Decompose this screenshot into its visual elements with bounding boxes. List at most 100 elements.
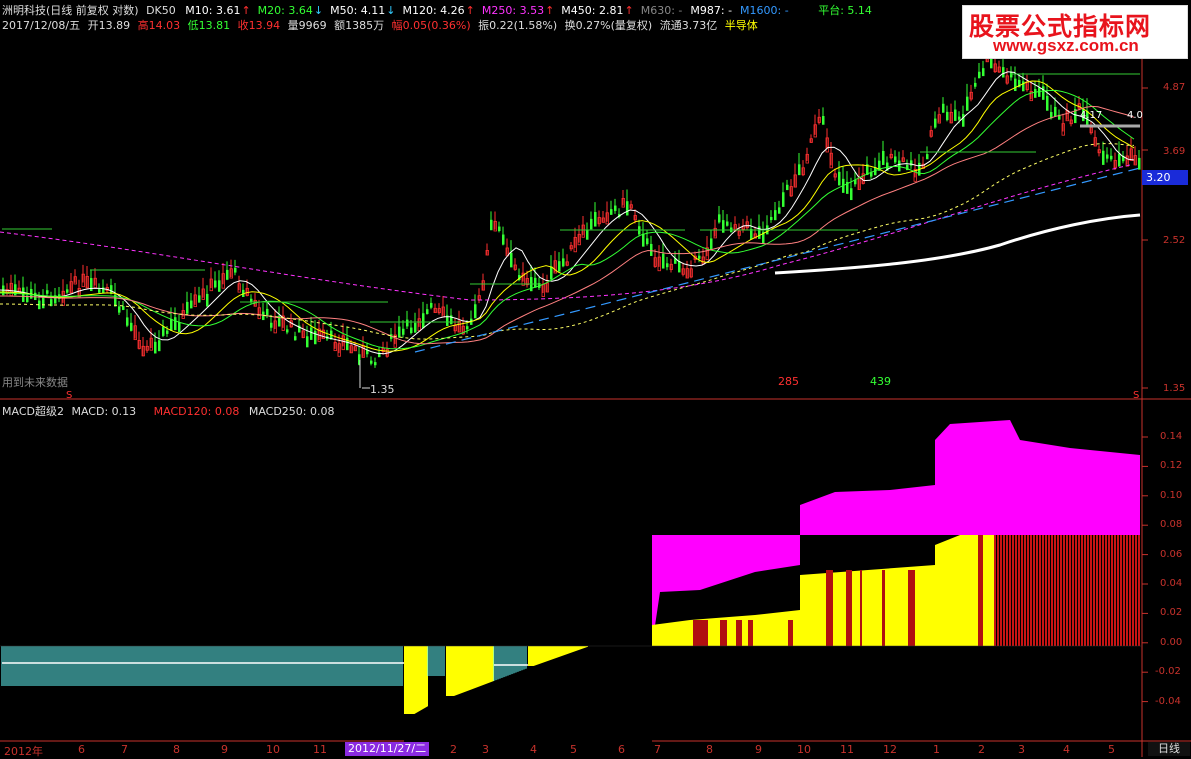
macd-header: MACD超级2 MACD: 0.13 MACD120: 0.08 MACD250… — [2, 403, 341, 419]
candle-body — [942, 103, 945, 113]
chart-canvas[interactable] — [0, 0, 1191, 757]
candle-body — [1110, 155, 1113, 160]
candle-body — [1054, 106, 1057, 117]
macd-tick: 0.04 — [1160, 578, 1183, 589]
candle-body — [122, 306, 125, 310]
trend-line — [414, 167, 1141, 353]
candle-body — [774, 210, 777, 221]
macd-tick: 0.06 — [1160, 548, 1183, 560]
candle-body — [562, 258, 565, 267]
ma-label: M20: 3.64 — [257, 4, 313, 17]
time-tick: 7 — [121, 743, 128, 756]
ma-trend-arrow: ↑ — [241, 4, 251, 17]
candle-body — [218, 280, 221, 292]
candle-body — [370, 360, 373, 364]
candle-body — [954, 109, 957, 121]
macd-title[interactable]: MACD超级2 — [2, 405, 64, 418]
macd-red-bar — [860, 620, 862, 646]
candle-body — [910, 160, 913, 166]
quote-float-cap: 流通3.73亿 — [659, 19, 718, 32]
candle-body — [646, 238, 649, 245]
candle-body — [158, 340, 161, 352]
candle-body — [1002, 67, 1005, 78]
price-tick: 2.52 — [1163, 235, 1186, 246]
candle-body — [294, 336, 297, 341]
time-tick: 8 — [706, 743, 713, 756]
time-tick: 5 — [570, 743, 577, 756]
time-tick: 7 — [654, 743, 661, 756]
candle-body — [770, 216, 773, 221]
candle-body — [234, 267, 237, 273]
candle-body — [1010, 72, 1013, 78]
macd-red-bar — [978, 535, 983, 646]
ma-trend-arrow: ↓ — [386, 4, 396, 17]
candle-body — [414, 322, 417, 333]
time-tick: 6 — [78, 743, 85, 756]
candle-body — [894, 156, 897, 163]
candle-body — [958, 116, 961, 120]
ma-trend-arrow: ↑ — [624, 4, 634, 17]
quote-high: 高14.03 — [137, 19, 181, 32]
candle-body — [850, 188, 853, 201]
candle-body — [130, 322, 133, 331]
candle-body — [974, 82, 977, 87]
candle-body — [306, 336, 309, 348]
time-tick: 8 — [173, 743, 180, 756]
macd250-value: MACD250: 0.08 — [248, 405, 335, 418]
candle-body — [406, 319, 409, 327]
candle-body — [750, 228, 753, 240]
quote-open: 开13.89 — [87, 19, 131, 32]
period-selector[interactable]: 日线 — [1148, 742, 1190, 756]
ma-label: M630: - — [640, 4, 683, 17]
candle-body — [1046, 95, 1049, 111]
time-tick: 12 — [883, 743, 897, 756]
time-tick: 1 — [933, 743, 940, 756]
time-tick: 2 — [450, 743, 457, 756]
macd-tick: -0.04 — [1155, 695, 1181, 707]
ma-item: M20: 3.64↓ — [258, 4, 323, 17]
time-tick: 9 — [221, 743, 228, 756]
ma-item: M10: 3.61↑ — [185, 4, 250, 17]
candle-body — [510, 252, 513, 268]
candle-body — [174, 317, 177, 331]
candle-body — [402, 328, 405, 335]
candle-body — [798, 164, 801, 176]
time-tick: 4 — [1063, 743, 1070, 756]
candle-body — [1106, 154, 1109, 159]
candle-body — [1014, 78, 1017, 92]
candle-body — [314, 330, 317, 345]
macd-tick: 0.10 — [1160, 489, 1183, 501]
quote-bar: 2017/12/08/五 开13.89 高14.03 低13.81 收13.94… — [2, 17, 762, 33]
s-marker: S — [1133, 390, 1140, 401]
macd-tick: 0.14 — [1160, 431, 1183, 442]
candle-body — [22, 287, 25, 302]
candle-body — [410, 327, 413, 334]
candle-body — [698, 255, 701, 259]
quote-low: 低13.81 — [187, 19, 231, 32]
candle-body — [502, 234, 505, 245]
candle-body — [374, 362, 377, 366]
platform-value: 平台: 5.14 — [818, 4, 872, 17]
macd-red-bar — [826, 570, 833, 620]
time-tick: 11 — [840, 743, 854, 756]
candle-body — [162, 326, 165, 336]
ma-label: M120: 4.26 — [402, 4, 465, 17]
macd-red-bar — [882, 570, 885, 620]
site-logo: 股票公式指标网 www.gsxz.com.cn — [962, 5, 1188, 59]
quote-sector[interactable]: 半导体 — [725, 19, 758, 32]
level-label-b: 4.0 — [1127, 110, 1143, 121]
candle-body — [614, 205, 617, 211]
ma50-line — [0, 89, 1135, 350]
quote-volume: 量9969 — [287, 19, 327, 32]
candle-body — [1034, 88, 1037, 98]
candle-body — [778, 207, 781, 214]
quote-turnover: 换0.27%(量复权) — [564, 19, 653, 32]
candle-body — [786, 184, 789, 191]
macd-yellow-block — [404, 646, 428, 714]
candle-body — [90, 278, 93, 292]
candle-body — [934, 118, 937, 128]
count-label-a: 285 — [778, 375, 799, 388]
candle-body — [726, 221, 729, 226]
macd-red-bar — [788, 620, 793, 646]
stock-name[interactable]: 洲明科技 — [2, 4, 46, 17]
